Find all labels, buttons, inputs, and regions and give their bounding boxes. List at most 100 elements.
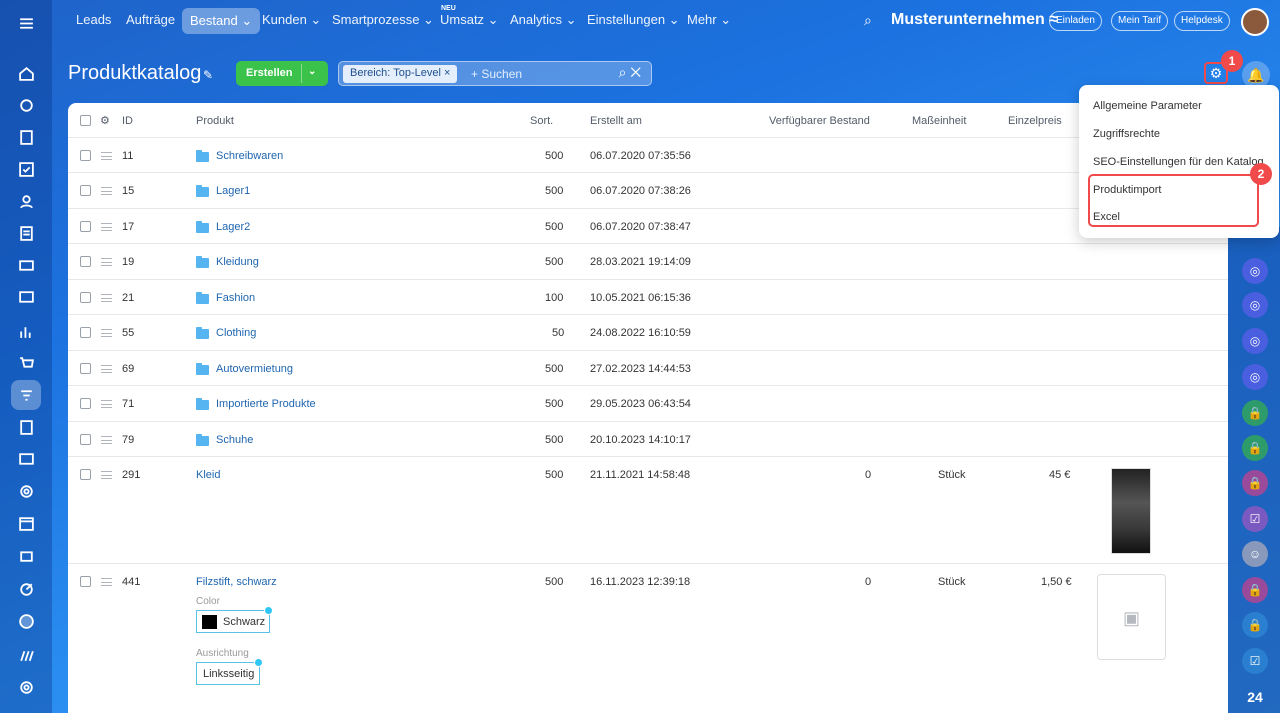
cart-icon[interactable] xyxy=(11,348,41,378)
pin-icon[interactable]: ✎ xyxy=(203,68,213,82)
task-icon[interactable]: ☑ xyxy=(1242,648,1268,674)
row-name[interactable]: Lager1 xyxy=(216,185,250,197)
column-settings-icon[interactable]: ⚙ xyxy=(100,114,110,127)
target-icon[interactable] xyxy=(11,574,41,604)
nav-kunden[interactable]: Kunden ⌄ xyxy=(262,12,321,28)
color-chip[interactable]: Schwarz xyxy=(196,606,273,633)
nav-bestand[interactable]: Bestand ⌄ xyxy=(182,8,261,34)
row-checkbox[interactable] xyxy=(80,221,91,232)
select-all-checkbox[interactable] xyxy=(80,115,91,126)
col-bestand[interactable]: Verfügbarer Bestand xyxy=(769,115,870,127)
table-row[interactable]: 15 Lager1 500 06.07.2020 07:38:26 xyxy=(68,173,1228,209)
document-icon[interactable] xyxy=(11,122,41,152)
menu-item-general[interactable]: Allgemeine Parameter xyxy=(1093,100,1202,112)
nav-leads[interactable]: Leads xyxy=(76,12,111,27)
app-icon[interactable]: ◎ xyxy=(1242,258,1268,284)
nav-umsatz[interactable]: Umsatz ⌄ xyxy=(440,12,499,28)
row-name[interactable]: Kleidung xyxy=(216,256,259,268)
row-name[interactable]: Fashion xyxy=(216,292,255,304)
product-thumbnail[interactable] xyxy=(1111,468,1151,554)
drag-handle-icon[interactable] xyxy=(101,471,112,479)
drag-handle-icon[interactable] xyxy=(101,258,112,266)
nav-einstellungen[interactable]: Einstellungen ⌄ xyxy=(587,12,680,28)
avatar-icon[interactable]: ☺ xyxy=(1242,541,1268,567)
col-erstellt[interactable]: Erstellt am xyxy=(590,115,642,127)
table-row[interactable]: 79 Schuhe 500 20.10.2023 14:10:17 xyxy=(68,422,1228,457)
invoice-icon[interactable] xyxy=(11,218,41,248)
drag-handle-icon[interactable] xyxy=(101,400,112,408)
support-icon[interactable] xyxy=(11,476,41,506)
settings-icon[interactable] xyxy=(11,672,41,702)
table-row[interactable]: 55 Clothing 50 24.08.2022 16:10:59 xyxy=(68,315,1228,351)
row-checkbox[interactable] xyxy=(80,256,91,267)
presentation-icon[interactable] xyxy=(11,282,41,312)
col-einzelpreis[interactable]: Einzelpreis xyxy=(1008,115,1062,127)
lock-icon[interactable]: 🔒 xyxy=(1242,612,1268,638)
row-name[interactable]: Clothing xyxy=(216,327,256,339)
analytics-icon[interactable] xyxy=(11,316,41,346)
catalog-icon[interactable] xyxy=(11,380,41,410)
row-name[interactable]: Importierte Produkte xyxy=(216,398,316,410)
contacts-icon[interactable] xyxy=(11,186,41,216)
menu-item-seo[interactable]: SEO-Einstellungen für den Katalog xyxy=(1093,156,1264,168)
col-produkt[interactable]: Produkt xyxy=(196,115,234,127)
orientation-chip[interactable]: Linksseitig xyxy=(196,658,263,685)
activity-icon[interactable] xyxy=(11,90,41,120)
lock-icon[interactable]: 🔒 xyxy=(1242,470,1268,496)
app-icon[interactable]: ◎ xyxy=(1242,292,1268,318)
row-name[interactable]: Autovermietung xyxy=(216,363,293,375)
table-row[interactable]: 21 Fashion 100 10.05.2021 06:15:36 xyxy=(68,280,1228,315)
menu-icon[interactable] xyxy=(11,8,41,38)
search-icon[interactable]: ⌕ xyxy=(864,12,872,29)
menu-item-excel[interactable]: Excel xyxy=(1093,211,1120,223)
row-checkbox[interactable] xyxy=(80,292,91,303)
drag-handle-icon[interactable] xyxy=(101,329,112,337)
row-checkbox[interactable] xyxy=(80,576,91,587)
counter-badge[interactable]: 24 xyxy=(1242,684,1268,710)
user-s-icon[interactable] xyxy=(11,606,41,636)
brand-icon[interactable] xyxy=(11,640,41,670)
row-checkbox[interactable] xyxy=(80,363,91,374)
table-row[interactable]: 291 Kleid 500 21.11.2021 14:58:48 0 Stüc… xyxy=(68,457,1228,564)
inbox-icon[interactable] xyxy=(11,250,41,280)
table-row[interactable]: 441 Filzstift, schwarz Color Schwarz Aus… xyxy=(68,564,1228,713)
calendar-icon[interactable] xyxy=(11,508,41,538)
app-icon[interactable]: ◎ xyxy=(1242,328,1268,354)
table-row[interactable]: 17 Lager2 500 06.07.2020 07:38:47 xyxy=(68,209,1228,244)
helpdesk-button[interactable]: Helpdesk xyxy=(1174,11,1230,31)
table-row[interactable]: 71 Importierte Produkte 500 29.05.2023 0… xyxy=(68,386,1228,422)
filter-chip[interactable]: Bereich: Top-Level × xyxy=(343,65,458,83)
row-checkbox[interactable] xyxy=(80,150,91,161)
task-icon[interactable]: ☑ xyxy=(1242,506,1268,532)
col-masseinheit[interactable]: Maßeinheit xyxy=(912,115,966,127)
table-row[interactable]: 19 Kleidung 500 28.03.2021 19:14:09 xyxy=(68,244,1228,280)
app-icon[interactable]: ◎ xyxy=(1242,364,1268,390)
row-checkbox[interactable] xyxy=(80,469,91,480)
menu-item-access[interactable]: Zugriffsrechte xyxy=(1093,128,1160,140)
drag-handle-icon[interactable] xyxy=(101,436,112,444)
row-name[interactable]: Filzstift, schwarz xyxy=(196,576,277,588)
image-placeholder-icon[interactable]: ▣ xyxy=(1097,574,1166,660)
row-checkbox[interactable] xyxy=(80,398,91,409)
sign-icon[interactable] xyxy=(11,412,41,442)
col-id[interactable]: ID xyxy=(122,115,133,127)
drag-handle-icon[interactable] xyxy=(101,294,112,302)
nav-auftraege[interactable]: Aufträge xyxy=(126,12,175,27)
create-button[interactable]: Erstellen ⌄ xyxy=(236,61,328,86)
nav-mehr[interactable]: Mehr ⌄ xyxy=(687,12,731,28)
table-row[interactable]: 11 Schreibwaren 500 06.07.2020 07:35:56 xyxy=(68,138,1228,173)
drag-handle-icon[interactable] xyxy=(101,152,112,160)
row-name[interactable]: Schreibwaren xyxy=(216,150,283,162)
row-checkbox[interactable] xyxy=(80,434,91,445)
drag-handle-icon[interactable] xyxy=(101,578,112,586)
drag-handle-icon[interactable] xyxy=(101,223,112,231)
drag-handle-icon[interactable] xyxy=(101,187,112,195)
col-sort[interactable]: Sort. xyxy=(530,115,553,127)
home-icon[interactable] xyxy=(11,58,41,88)
lock-icon[interactable]: 🔒 xyxy=(1242,577,1268,603)
nav-analytics[interactable]: Analytics ⌄ xyxy=(510,12,577,28)
row-name[interactable]: Lager2 xyxy=(216,221,250,233)
avatar[interactable] xyxy=(1241,8,1269,36)
row-name[interactable]: Schuhe xyxy=(216,434,253,446)
robot-icon[interactable] xyxy=(11,540,41,570)
